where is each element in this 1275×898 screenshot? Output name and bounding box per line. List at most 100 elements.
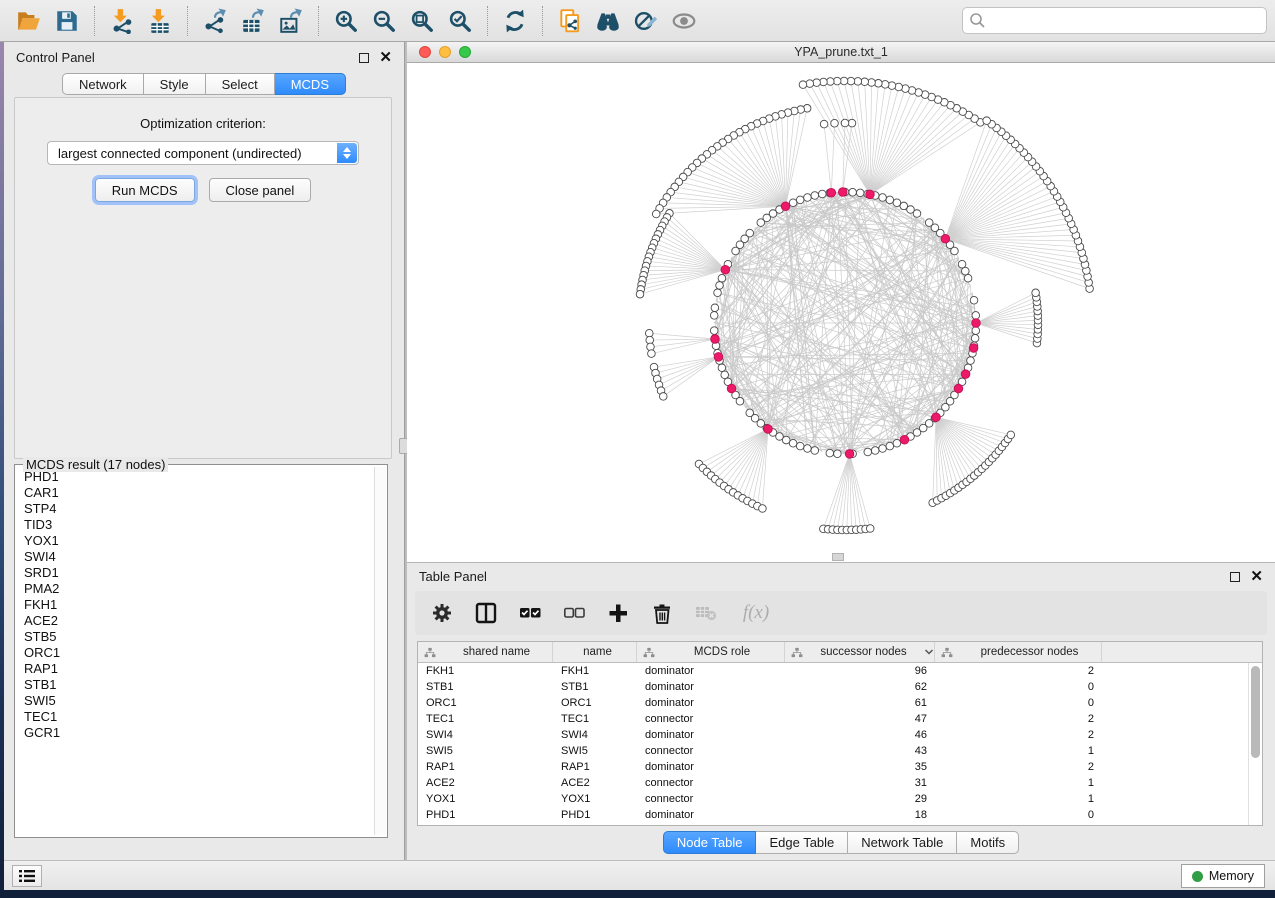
column-visibility-button[interactable] bbox=[475, 602, 497, 624]
optimization-criterion-select[interactable]: largest connected component (undirected) bbox=[47, 141, 359, 165]
mcds-dominator-node[interactable] bbox=[866, 190, 875, 199]
network-node[interactable] bbox=[782, 436, 790, 444]
eye-button[interactable] bbox=[667, 4, 701, 38]
mcds-result-item[interactable]: STP4 bbox=[24, 501, 373, 517]
network-node[interactable] bbox=[895, 83, 903, 91]
zoom-fit-button[interactable] bbox=[405, 4, 439, 38]
mcds-result-item[interactable]: ACE2 bbox=[24, 613, 373, 629]
close-table-panel-icon[interactable]: ✕ bbox=[1250, 572, 1263, 582]
close-panel-icon[interactable]: ✕ bbox=[379, 53, 392, 63]
scrollbar-thumb[interactable] bbox=[1251, 666, 1260, 758]
network-node[interactable] bbox=[818, 190, 826, 198]
open-session-button[interactable] bbox=[12, 4, 46, 38]
network-node[interactable] bbox=[881, 81, 889, 89]
network-node[interactable] bbox=[811, 447, 819, 455]
mcds-result-item[interactable]: STB1 bbox=[24, 677, 373, 693]
mcds-result-item[interactable]: GCR1 bbox=[24, 725, 373, 741]
mcds-dominator-node[interactable] bbox=[954, 384, 963, 393]
network-node[interactable] bbox=[721, 371, 729, 379]
network-node[interactable] bbox=[971, 334, 979, 342]
network-node[interactable] bbox=[888, 82, 896, 90]
close-panel-button[interactable]: Close panel bbox=[209, 178, 312, 202]
zoom-selected-button[interactable] bbox=[443, 4, 477, 38]
table-row[interactable]: SWI4SWI4dominator462 bbox=[418, 727, 1248, 743]
network-node[interactable] bbox=[834, 450, 842, 458]
add-column-button[interactable] bbox=[607, 602, 629, 624]
binoculars-button[interactable] bbox=[591, 4, 625, 38]
column-header-name[interactable]: name bbox=[553, 642, 637, 662]
tab-network[interactable]: Network bbox=[62, 73, 144, 95]
network-node[interactable] bbox=[886, 442, 894, 450]
export-network-button[interactable] bbox=[198, 4, 232, 38]
network-node[interactable] bbox=[1032, 289, 1040, 297]
table-row[interactable]: ORC1ORC1dominator610 bbox=[418, 695, 1248, 711]
mcds-result-item[interactable]: TID3 bbox=[24, 517, 373, 533]
column-header-successor-nodes[interactable]: successor nodes bbox=[785, 642, 935, 662]
network-node[interactable] bbox=[893, 199, 901, 207]
tab-network-table[interactable]: Network Table bbox=[848, 831, 957, 854]
deselect-all-button[interactable] bbox=[563, 602, 585, 624]
mcds-dominator-node[interactable] bbox=[827, 188, 836, 197]
network-node[interactable] bbox=[925, 219, 933, 227]
delete-column-button[interactable] bbox=[651, 602, 673, 624]
network-node[interactable] bbox=[648, 350, 656, 358]
mcds-dominator-node[interactable] bbox=[961, 370, 970, 379]
tab-edge-table[interactable]: Edge Table bbox=[756, 831, 848, 854]
export-image-button[interactable] bbox=[274, 4, 308, 38]
network-node[interactable] bbox=[964, 274, 972, 282]
network-node[interactable] bbox=[789, 199, 797, 207]
mcds-result-item[interactable]: FKH1 bbox=[24, 597, 373, 613]
network-window-titlebar[interactable]: YPA_prune.txt_1 bbox=[407, 42, 1275, 63]
table-row[interactable]: ACE2ACE2connector311 bbox=[418, 775, 1248, 791]
network-node[interactable] bbox=[806, 80, 814, 88]
network-node[interactable] bbox=[886, 196, 894, 204]
network-node[interactable] bbox=[961, 267, 969, 275]
panel-list-button[interactable] bbox=[12, 865, 42, 887]
table-row[interactable]: FKH1FKH1dominator962 bbox=[418, 663, 1248, 679]
network-node[interactable] bbox=[636, 290, 644, 298]
table-row[interactable]: PHD1PHD1dominator180 bbox=[418, 807, 1248, 823]
network-node[interactable] bbox=[871, 447, 879, 455]
mcds-dominator-node[interactable] bbox=[941, 234, 950, 243]
mcds-dominator-node[interactable] bbox=[838, 188, 847, 197]
network-node[interactable] bbox=[849, 188, 857, 196]
network-node[interactable] bbox=[879, 194, 887, 202]
column-header-shared-name[interactable]: shared name bbox=[418, 642, 553, 662]
network-node[interactable] bbox=[831, 119, 839, 127]
table-row[interactable]: SWI5SWI5connector431 bbox=[418, 743, 1248, 759]
table-row[interactable]: TEC1TEC1connector472 bbox=[418, 711, 1248, 727]
export-table-button[interactable] bbox=[236, 4, 270, 38]
network-node[interactable] bbox=[710, 327, 718, 335]
column-header-MCDS-role[interactable]: MCDS role bbox=[637, 642, 785, 662]
node-table-scrollbar[interactable] bbox=[1248, 663, 1262, 825]
zoom-out-button[interactable] bbox=[367, 4, 401, 38]
network-node[interactable] bbox=[759, 505, 767, 513]
network-node[interactable] bbox=[856, 189, 864, 197]
network-node[interactable] bbox=[893, 439, 901, 447]
network-node[interactable] bbox=[804, 445, 812, 453]
mcds-result-item[interactable]: SWI4 bbox=[24, 549, 373, 565]
network-node[interactable] bbox=[826, 449, 834, 457]
network-node[interactable] bbox=[732, 247, 740, 255]
table-row[interactable]: STB1STB1dominator620 bbox=[418, 679, 1248, 695]
mcds-dominator-node[interactable] bbox=[714, 353, 723, 362]
network-node[interactable] bbox=[866, 525, 874, 533]
save-session-button[interactable] bbox=[50, 4, 84, 38]
mcds-dominator-node[interactable] bbox=[781, 202, 790, 211]
mcds-dominator-node[interactable] bbox=[932, 413, 941, 422]
table-row[interactable]: YOX1YOX1connector291 bbox=[418, 791, 1248, 807]
network-node[interactable] bbox=[972, 327, 980, 335]
mcds-dominator-node[interactable] bbox=[845, 450, 854, 459]
network-node[interactable] bbox=[813, 79, 821, 87]
mcds-result-item[interactable]: ORC1 bbox=[24, 645, 373, 661]
settings-gear-button[interactable] bbox=[431, 602, 453, 624]
float-table-panel-icon[interactable] bbox=[1230, 572, 1240, 582]
network-canvas[interactable] bbox=[407, 63, 1275, 562]
network-node[interactable] bbox=[967, 357, 975, 365]
float-panel-icon[interactable] bbox=[359, 53, 369, 63]
network-node[interactable] bbox=[841, 119, 849, 127]
network-node[interactable] bbox=[879, 445, 887, 453]
network-node[interactable] bbox=[659, 393, 667, 401]
network-node[interactable] bbox=[789, 439, 797, 447]
network-node[interactable] bbox=[718, 364, 726, 372]
